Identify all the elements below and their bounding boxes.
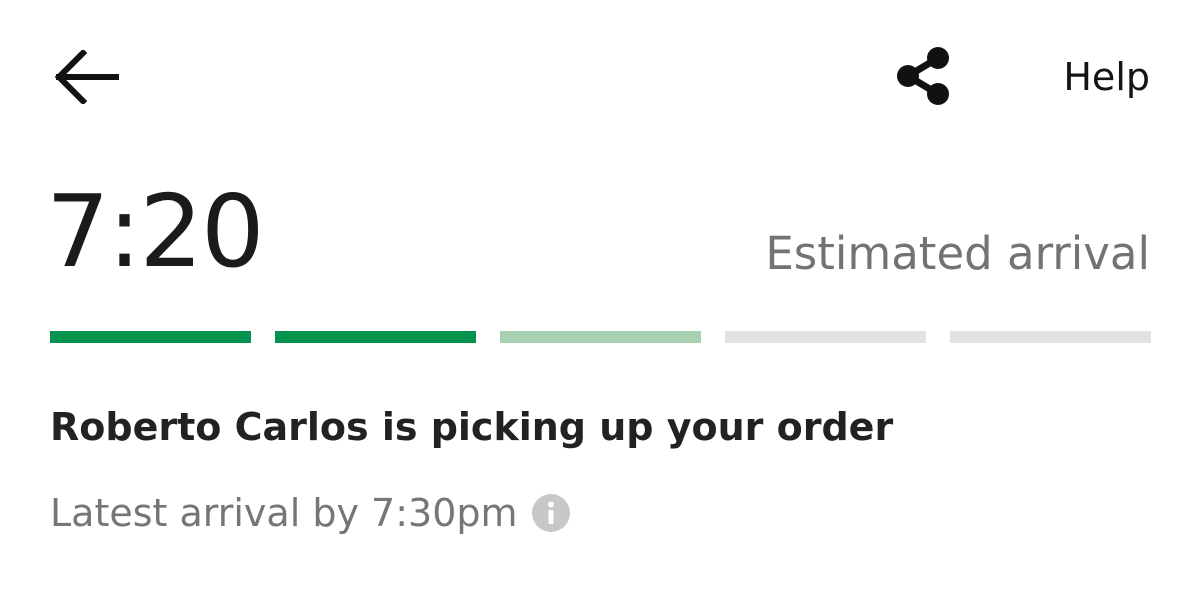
eta-time: 7:20: [46, 173, 265, 290]
progress-segment: [275, 331, 476, 343]
progress-segment: [950, 331, 1151, 343]
top-bar: Help: [0, 0, 1200, 150]
help-button[interactable]: Help: [1063, 52, 1150, 102]
eta-label: Estimated arrival: [765, 227, 1150, 280]
delivery-progress-bar: [50, 331, 1151, 343]
arrow-left-icon: [54, 50, 119, 104]
progress-segment: [725, 331, 926, 343]
latest-arrival-text: Latest arrival by 7:30pm: [50, 491, 518, 535]
latest-arrival-row: Latest arrival by 7:30pm: [50, 488, 570, 538]
status-message: Roberto Carlos is picking up your order: [50, 405, 894, 449]
back-button[interactable]: [48, 42, 124, 112]
share-button[interactable]: [888, 40, 960, 112]
info-icon[interactable]: [531, 494, 570, 532]
progress-segment: [50, 331, 251, 343]
progress-segment: [500, 331, 701, 343]
share-icon: [897, 47, 949, 105]
